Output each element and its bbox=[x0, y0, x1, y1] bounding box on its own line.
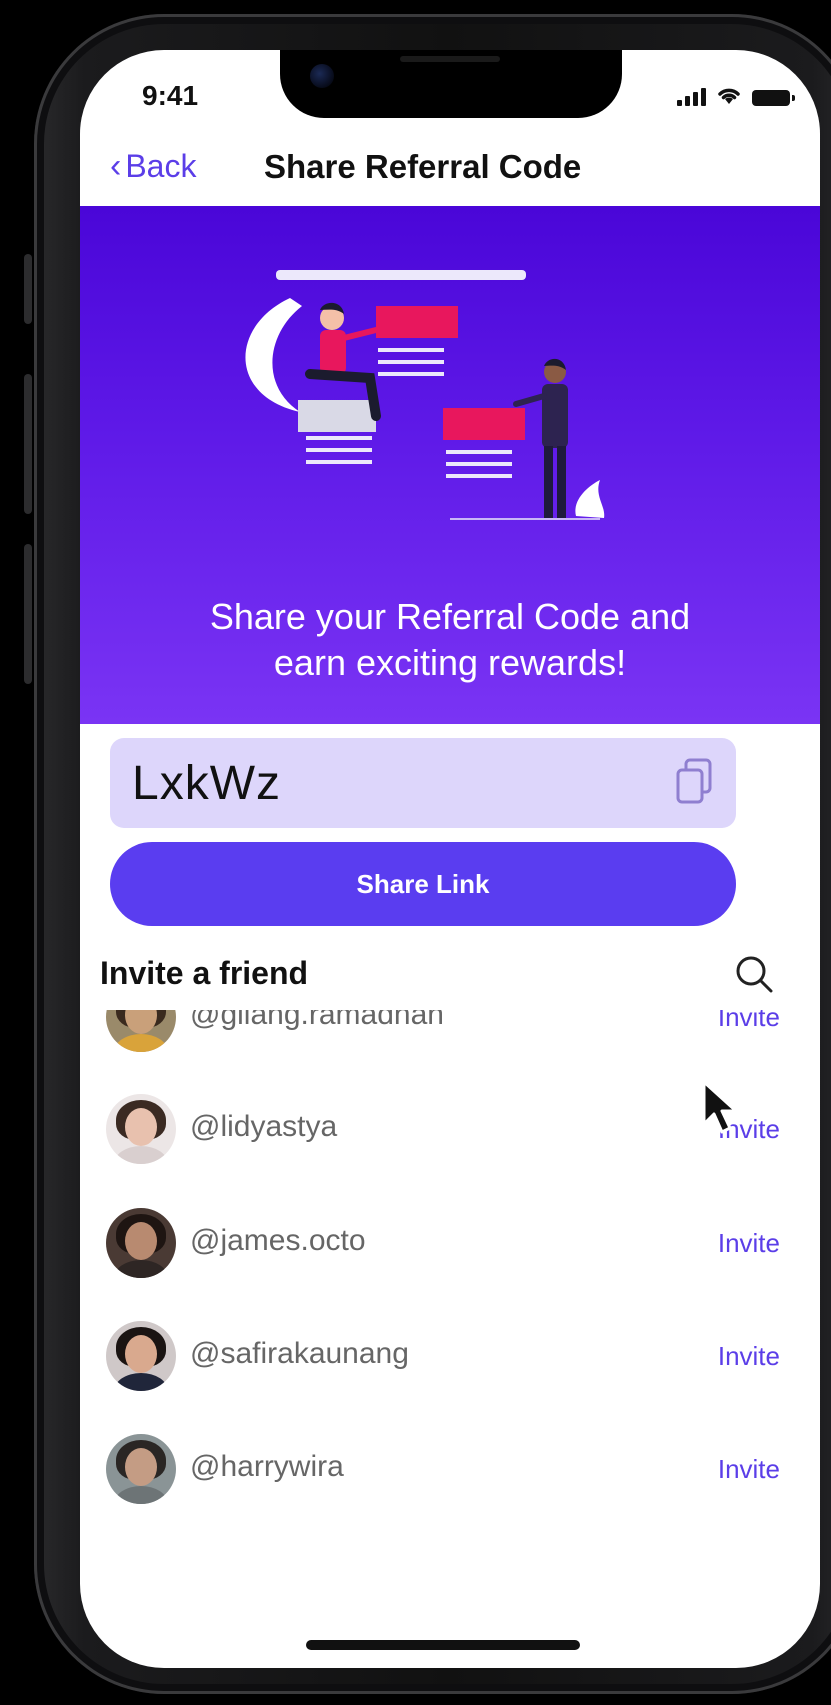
share-link-button[interactable]: Share Link bbox=[110, 842, 736, 926]
referral-illustration bbox=[245, 270, 605, 520]
hero-banner: Share your Referral Code and earn exciti… bbox=[80, 206, 820, 724]
signal-icon bbox=[677, 86, 706, 106]
back-label: Back bbox=[125, 148, 197, 184]
wifi-icon bbox=[718, 88, 740, 104]
friend-username: @gilang.ramadhan bbox=[190, 1010, 444, 1031]
list-item: @james.octo Invite bbox=[80, 1208, 820, 1288]
battery-icon bbox=[752, 90, 795, 106]
hero-headline: Share your Referral Code and earn exciti… bbox=[209, 596, 691, 683]
avatar bbox=[106, 1208, 176, 1278]
volume-down-button bbox=[24, 544, 32, 684]
front-camera bbox=[310, 64, 334, 88]
friend-username: @lidyastya bbox=[190, 1110, 338, 1143]
invite-section-title: Invite a friend bbox=[100, 955, 309, 991]
avatar bbox=[106, 1094, 176, 1164]
list-item: @gilang.ramadhan Invite bbox=[80, 1010, 820, 1062]
page-title: Share Referral Code bbox=[264, 148, 582, 185]
earpiece bbox=[400, 56, 500, 62]
referral-code-box: LxkWz bbox=[110, 738, 736, 828]
home-indicator[interactable] bbox=[306, 1640, 580, 1650]
status-time: 9:41 bbox=[142, 80, 199, 111]
back-button[interactable]: ‹ Back bbox=[110, 148, 196, 185]
app-screen: 9:41 ‹ Back Share Referral Code Share yo… bbox=[80, 50, 820, 1668]
nav-bar: ‹ Back Share Referral Code bbox=[80, 142, 820, 202]
copy-icon[interactable] bbox=[674, 758, 714, 806]
list-item: @safirakaunang Invite bbox=[80, 1321, 820, 1401]
friend-username: @harrywira bbox=[190, 1450, 344, 1483]
chevron-left-icon: ‹ bbox=[110, 146, 122, 185]
invite-button[interactable]: Invite bbox=[718, 1228, 780, 1259]
mouse-pointer-icon bbox=[702, 1080, 738, 1134]
search-icon[interactable] bbox=[734, 954, 774, 994]
avatar bbox=[106, 1434, 176, 1504]
notch bbox=[280, 50, 622, 118]
invite-button[interactable]: Invite bbox=[718, 1341, 780, 1372]
avatar bbox=[106, 1321, 176, 1391]
friend-username: @james.octo bbox=[190, 1224, 366, 1257]
avatar bbox=[106, 1010, 176, 1052]
list-item: @harrywira Invite bbox=[80, 1434, 820, 1514]
referral-code: LxkWz bbox=[132, 757, 281, 810]
volume-up-button bbox=[24, 374, 32, 514]
mute-switch bbox=[24, 254, 32, 324]
status-icons bbox=[677, 86, 795, 106]
invite-button[interactable]: Invite bbox=[718, 1454, 780, 1485]
friend-username: @safirakaunang bbox=[190, 1337, 409, 1370]
invite-button[interactable]: Invite bbox=[718, 1010, 780, 1033]
